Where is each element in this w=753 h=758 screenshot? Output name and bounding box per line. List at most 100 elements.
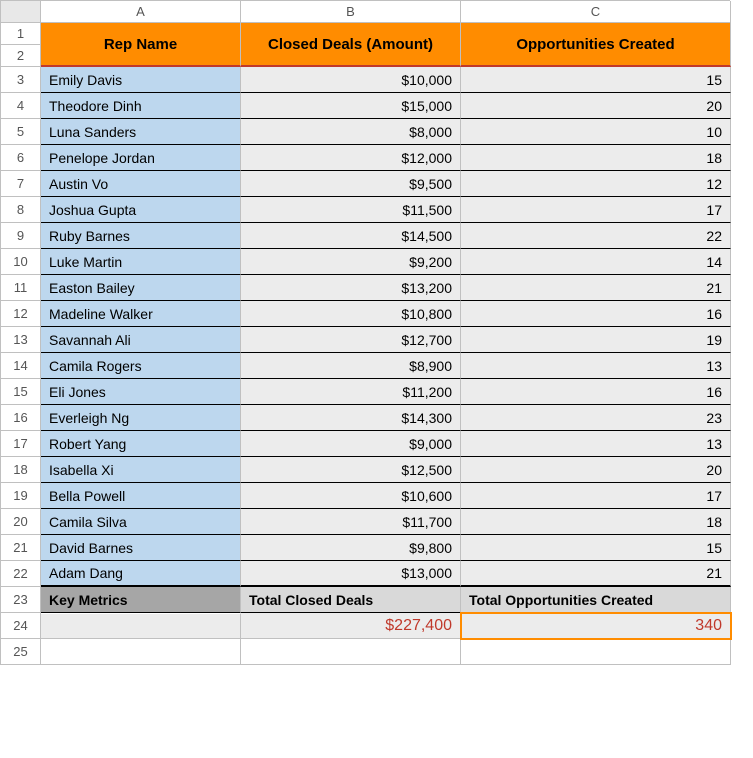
header-closed-deals[interactable]: Closed Deals (Amount)	[241, 23, 461, 67]
row-header-10[interactable]: 10	[1, 249, 41, 275]
opps-cell[interactable]: 20	[461, 93, 731, 119]
spreadsheet-grid[interactable]: ABC12Rep NameClosed Deals (Amount)Opport…	[0, 0, 730, 665]
opps-cell[interactable]: 12	[461, 171, 731, 197]
opps-cell[interactable]: 21	[461, 561, 731, 587]
row-header-1-2[interactable]: 12	[1, 23, 41, 67]
rep-name-cell[interactable]: Camila Silva	[41, 509, 241, 535]
amount-cell[interactable]: $10,000	[241, 67, 461, 93]
row-header-22[interactable]: 22	[1, 561, 41, 587]
amount-cell[interactable]: $9,800	[241, 535, 461, 561]
row-header-13[interactable]: 13	[1, 327, 41, 353]
opps-cell[interactable]: 17	[461, 483, 731, 509]
rep-name-cell[interactable]: Easton Bailey	[41, 275, 241, 301]
rep-name-cell[interactable]: Madeline Walker	[41, 301, 241, 327]
rep-name-cell[interactable]: Luke Martin	[41, 249, 241, 275]
opps-cell[interactable]: 23	[461, 405, 731, 431]
row-header-11[interactable]: 11	[1, 275, 41, 301]
amount-cell[interactable]: $12,000	[241, 145, 461, 171]
rep-name-cell[interactable]: Eli Jones	[41, 379, 241, 405]
rep-name-cell[interactable]: Luna Sanders	[41, 119, 241, 145]
row-header-20[interactable]: 20	[1, 509, 41, 535]
row-header-5[interactable]: 5	[1, 119, 41, 145]
row-header-21[interactable]: 21	[1, 535, 41, 561]
amount-cell[interactable]: $14,500	[241, 223, 461, 249]
rep-name-cell[interactable]: Joshua Gupta	[41, 197, 241, 223]
opps-cell[interactable]: 17	[461, 197, 731, 223]
amount-cell[interactable]: $12,700	[241, 327, 461, 353]
opps-cell[interactable]: 13	[461, 431, 731, 457]
amount-cell[interactable]: $9,200	[241, 249, 461, 275]
empty-cell[interactable]	[241, 639, 461, 665]
row-header-3[interactable]: 3	[1, 67, 41, 93]
row-header-12[interactable]: 12	[1, 301, 41, 327]
row-header-19[interactable]: 19	[1, 483, 41, 509]
amount-cell[interactable]: $8,900	[241, 353, 461, 379]
rep-name-cell[interactable]: Savannah Ali	[41, 327, 241, 353]
row-header-16[interactable]: 16	[1, 405, 41, 431]
opps-cell[interactable]: 18	[461, 509, 731, 535]
amount-cell[interactable]: $9,500	[241, 171, 461, 197]
key-metrics-label[interactable]: Key Metrics	[41, 587, 241, 613]
opps-cell[interactable]: 19	[461, 327, 731, 353]
rep-name-cell[interactable]: Austin Vo	[41, 171, 241, 197]
rep-name-cell[interactable]: Penelope Jordan	[41, 145, 241, 171]
rep-name-cell[interactable]: Theodore Dinh	[41, 93, 241, 119]
column-header-c[interactable]: C	[461, 1, 731, 23]
amount-cell[interactable]: $13,200	[241, 275, 461, 301]
row-header-9[interactable]: 9	[1, 223, 41, 249]
opps-cell[interactable]: 14	[461, 249, 731, 275]
rep-name-cell[interactable]: Camila Rogers	[41, 353, 241, 379]
amount-cell[interactable]: $14,300	[241, 405, 461, 431]
opps-cell[interactable]: 15	[461, 67, 731, 93]
header-opportunities[interactable]: Opportunities Created	[461, 23, 731, 67]
opps-cell[interactable]: 16	[461, 379, 731, 405]
total-opps-value[interactable]: 340	[461, 613, 731, 639]
rep-name-cell[interactable]: David Barnes	[41, 535, 241, 561]
total-opps-label[interactable]: Total Opportunities Created	[461, 587, 731, 613]
rep-name-cell[interactable]: Emily Davis	[41, 67, 241, 93]
row-header-25[interactable]: 25	[1, 639, 41, 665]
row-header-17[interactable]: 17	[1, 431, 41, 457]
amount-cell[interactable]: $11,500	[241, 197, 461, 223]
row-header-15[interactable]: 15	[1, 379, 41, 405]
rep-name-cell[interactable]: Isabella Xi	[41, 457, 241, 483]
rep-name-cell[interactable]: Bella Powell	[41, 483, 241, 509]
header-rep-name[interactable]: Rep Name	[41, 23, 241, 67]
column-header-a[interactable]: A	[41, 1, 241, 23]
amount-cell[interactable]: $10,600	[241, 483, 461, 509]
amount-cell[interactable]: $9,000	[241, 431, 461, 457]
rep-name-cell[interactable]: Everleigh Ng	[41, 405, 241, 431]
amount-cell[interactable]: $8,000	[241, 119, 461, 145]
total-closed-deals-value[interactable]: $227,400	[241, 613, 461, 639]
opps-cell[interactable]: 16	[461, 301, 731, 327]
opps-cell[interactable]: 13	[461, 353, 731, 379]
opps-cell[interactable]: 20	[461, 457, 731, 483]
amount-cell[interactable]: $12,500	[241, 457, 461, 483]
row-header-7[interactable]: 7	[1, 171, 41, 197]
row-header-14[interactable]: 14	[1, 353, 41, 379]
opps-cell[interactable]: 22	[461, 223, 731, 249]
opps-cell[interactable]: 10	[461, 119, 731, 145]
amount-cell[interactable]: $10,800	[241, 301, 461, 327]
total-closed-deals-label[interactable]: Total Closed Deals	[241, 587, 461, 613]
row-header-24[interactable]: 24	[1, 613, 41, 639]
rep-name-cell[interactable]: Ruby Barnes	[41, 223, 241, 249]
row-header-18[interactable]: 18	[1, 457, 41, 483]
empty-cell[interactable]	[41, 639, 241, 665]
opps-cell[interactable]: 21	[461, 275, 731, 301]
row-header-4[interactable]: 4	[1, 93, 41, 119]
amount-cell[interactable]: $15,000	[241, 93, 461, 119]
column-header-b[interactable]: B	[241, 1, 461, 23]
empty-cell[interactable]	[461, 639, 731, 665]
amount-cell[interactable]: $11,200	[241, 379, 461, 405]
corner-cell[interactable]	[1, 1, 41, 23]
rep-name-cell[interactable]: Robert Yang	[41, 431, 241, 457]
opps-cell[interactable]: 15	[461, 535, 731, 561]
amount-cell[interactable]: $11,700	[241, 509, 461, 535]
row-header-23[interactable]: 23	[1, 587, 41, 613]
opps-cell[interactable]: 18	[461, 145, 731, 171]
rep-name-cell[interactable]: Adam Dang	[41, 561, 241, 587]
row-header-8[interactable]: 8	[1, 197, 41, 223]
amount-cell[interactable]: $13,000	[241, 561, 461, 587]
row-header-6[interactable]: 6	[1, 145, 41, 171]
